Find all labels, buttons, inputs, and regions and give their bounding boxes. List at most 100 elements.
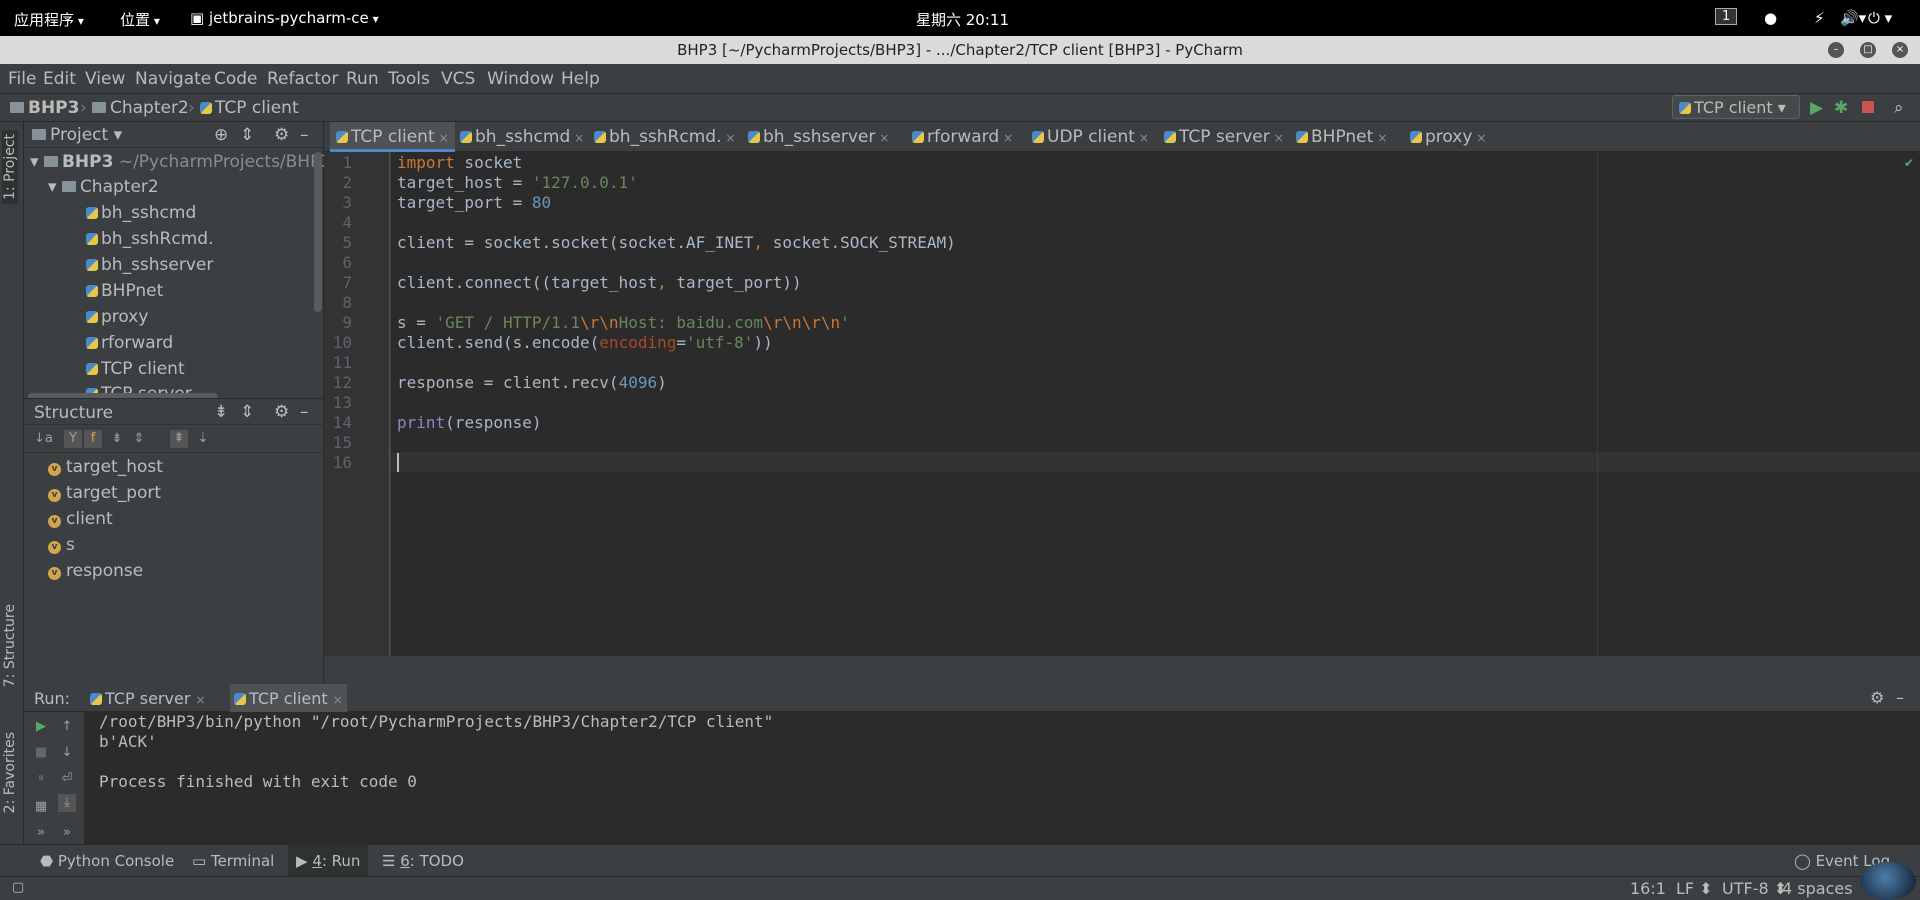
close-icon[interactable]: × <box>333 693 343 707</box>
hide-icon[interactable]: – <box>1896 688 1904 707</box>
tree-file[interactable]: bh_sshRcmd. <box>86 229 213 249</box>
autoscroll-to-source-icon[interactable]: ⇞ <box>170 430 188 448</box>
tool-window-terminal[interactable]: ▭ Terminal <box>192 852 274 870</box>
close-icon[interactable]: × <box>1274 131 1284 145</box>
menu-code[interactable]: Code <box>214 69 258 89</box>
close-icon[interactable]: × <box>725 131 735 145</box>
structure-item[interactable]: v response <box>48 561 143 581</box>
expand-all-icon[interactable]: ⇟ <box>214 402 228 422</box>
tab-proxy[interactable]: proxy × <box>1404 122 1492 152</box>
rerun-icon[interactable]: ▶ <box>32 718 50 736</box>
debug-icon[interactable]: ✱ <box>1834 98 1848 118</box>
scroll-down-icon[interactable]: ↓ <box>58 744 76 762</box>
locate-icon[interactable]: ⊕ <box>214 125 228 145</box>
run-icon[interactable]: ▶ <box>1810 98 1823 118</box>
gear-icon[interactable]: ⚙ <box>274 402 289 422</box>
close-icon[interactable]: × <box>1139 131 1149 145</box>
tab-tcp-client[interactable]: TCP client × <box>330 122 455 152</box>
hide-icon[interactable]: – <box>300 125 309 145</box>
soft-wrap-icon[interactable]: ⏎ <box>58 770 76 788</box>
close-icon[interactable]: × <box>1892 42 1908 58</box>
stop-icon[interactable]: ■ <box>32 744 50 762</box>
clock[interactable]: 星期六 20:11 <box>916 9 1009 30</box>
tab-bhpnet[interactable]: BHPnet × <box>1290 122 1393 152</box>
scroll-up-icon[interactable]: ↑ <box>58 718 76 736</box>
close-icon[interactable]: × <box>195 693 205 707</box>
collapse-all-icon[interactable]: ⇕ <box>130 430 148 448</box>
indent-setting[interactable]: 4 spaces <box>1782 879 1853 898</box>
tree-file[interactable]: bh_sshcmd <box>86 203 196 223</box>
tree-file[interactable]: TCP client <box>86 359 185 379</box>
close-icon[interactable]: × <box>1003 131 1013 145</box>
menu-refactor[interactable]: Refactor <box>267 69 338 89</box>
maximize-icon[interactable]: □ <box>1860 42 1876 58</box>
more-icon[interactable]: » <box>58 824 76 842</box>
tree-file[interactable]: rforward <box>86 333 173 353</box>
gear-icon[interactable]: ⚙ <box>1870 688 1884 707</box>
breadcrumb-folder[interactable]: Chapter2 <box>92 98 189 118</box>
tool-window-project[interactable]: 1: Project <box>2 130 18 204</box>
close-icon[interactable]: × <box>1476 131 1486 145</box>
line-number-gutter[interactable]: 1 2 3 4 5 6 7 8 9 10 11 12 13 14 15 16 <box>324 152 390 656</box>
close-icon[interactable]: × <box>879 131 889 145</box>
tool-window-run[interactable]: ▶ 4: Run <box>288 845 369 876</box>
collapse-all-icon[interactable]: ⇕ <box>240 125 254 145</box>
line-separator[interactable]: LF ⬍ <box>1676 879 1713 898</box>
project-view-select[interactable]: Project ▾ <box>32 125 122 145</box>
autoscroll-from-source-icon[interactable]: ⇣ <box>194 430 212 448</box>
run-tab-tcp-server[interactable]: TCP server × <box>90 689 206 708</box>
tree-root[interactable]: ▾ BHP3 ~/PycharmProjects/BHP3 <box>30 152 331 172</box>
sort-alpha-icon[interactable]: ↓a <box>34 430 53 448</box>
show-fields-icon[interactable]: Y <box>64 430 82 448</box>
menu-file[interactable]: File <box>8 69 36 89</box>
menu-view[interactable]: View <box>85 69 125 89</box>
menu-run[interactable]: Run <box>346 69 379 89</box>
tree-file[interactable]: proxy <box>86 307 148 327</box>
tool-windows-toggle-icon[interactable]: ▢ <box>12 880 24 895</box>
close-icon[interactable]: × <box>439 131 449 145</box>
structure-item[interactable]: vs <box>48 535 75 555</box>
volume-icon[interactable]: 🔊▾ <box>1840 9 1866 27</box>
tree-folder[interactable]: ▾ Chapter2 <box>48 177 159 197</box>
workspace-indicator[interactable]: 1 <box>1715 8 1738 25</box>
search-icon[interactable]: ⌕ <box>1894 98 1904 118</box>
structure-item[interactable]: v client <box>48 509 113 529</box>
tab-tcp-server[interactable]: TCP server × <box>1158 122 1290 152</box>
power-icon[interactable]: ⏻ ▾ <box>1868 9 1892 27</box>
active-app-menu[interactable]: ▣ jetbrains-pycharm-ce <box>190 9 379 27</box>
tab-bh-sshcmd[interactable]: bh_sshcmd × <box>454 122 590 152</box>
tool-window-todo[interactable]: ☰ 6: TODO <box>382 852 464 870</box>
menu-vcs[interactable]: VCS <box>441 69 475 89</box>
run-tab-tcp-client[interactable]: TCP client × <box>230 684 347 712</box>
collapse-all-icon[interactable]: ⇕ <box>240 402 254 422</box>
layout-icon[interactable]: ▦ <box>32 798 50 816</box>
hide-icon[interactable]: – <box>300 402 309 422</box>
tool-window-python-console[interactable]: ⬣ Python Console <box>40 852 174 870</box>
menu-edit[interactable]: Edit <box>43 69 76 89</box>
tree-file[interactable]: BHPnet <box>86 281 163 301</box>
tool-window-favorites[interactable]: 2: Favorites <box>2 732 18 813</box>
structure-item[interactable]: v target_port <box>48 483 161 503</box>
more-icon[interactable]: » <box>32 824 50 842</box>
gear-icon[interactable]: ⚙ <box>274 125 289 145</box>
show-fields-toggle-icon[interactable]: f <box>84 430 102 448</box>
tab-rforward[interactable]: rforward × <box>906 122 1019 152</box>
places-menu[interactable]: 位置 <box>120 9 160 30</box>
close-icon[interactable]: × <box>1377 131 1387 145</box>
stop-icon[interactable] <box>1862 101 1874 113</box>
expand-all-icon[interactable]: ⇟ <box>108 430 126 448</box>
people-icon[interactable]: ● <box>1764 9 1777 27</box>
pause-icon[interactable]: ⏸ <box>32 770 50 788</box>
tab-bh-sshrcmd[interactable]: bh_sshRcmd. × <box>588 122 742 152</box>
menu-window[interactable]: Window <box>487 69 554 89</box>
tree-file[interactable]: bh_sshserver <box>86 255 213 275</box>
menu-help[interactable]: Help <box>561 69 600 89</box>
menu-navigate[interactable]: Navigate <box>135 69 211 89</box>
file-encoding[interactable]: UTF-8 ⬍ <box>1722 879 1787 898</box>
scroll-to-end-icon[interactable]: ⤓ <box>58 794 76 812</box>
applications-menu[interactable]: 应用程序 <box>14 9 84 30</box>
structure-item[interactable]: v target_host <box>48 457 163 477</box>
breadcrumb-project[interactable]: BHP3 <box>10 98 79 118</box>
tool-window-structure[interactable]: 7: Structure <box>2 604 18 687</box>
tab-udp-client[interactable]: UDP client × <box>1026 122 1155 152</box>
